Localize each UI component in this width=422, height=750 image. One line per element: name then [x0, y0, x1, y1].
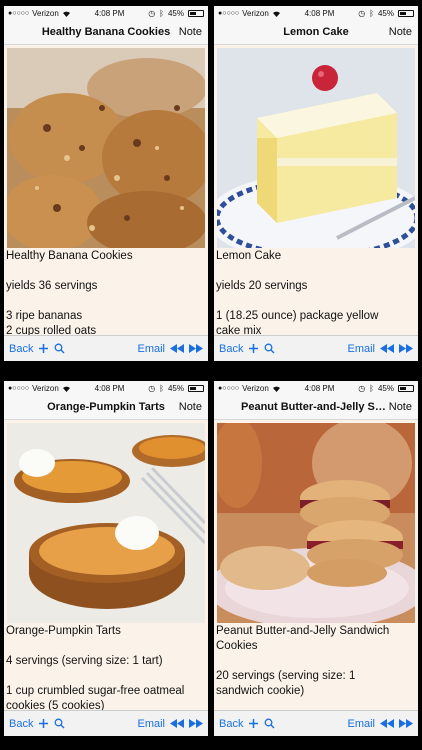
- battery-percent: 45%: [167, 383, 184, 393]
- signal-icon: ●○○○○: [8, 384, 30, 392]
- rewind-icon[interactable]: [380, 719, 394, 728]
- recipe-photo: [7, 423, 205, 623]
- battery-icon: [188, 384, 204, 392]
- recipe-screen: ●○○○○ Verizon 4:08 PM ◷ ᛒ 45% Lemon Cake…: [214, 6, 418, 361]
- bottom-toolbar: Back Email: [4, 335, 208, 361]
- wifi-icon: [272, 10, 281, 17]
- status-bar: ●○○○○ Verizon 4:08 PM ◷ ᛒ 45%: [4, 6, 208, 20]
- page-title: Healthy Banana Cookies: [41, 26, 171, 38]
- bottom-toolbar: Back Email: [214, 335, 418, 361]
- carrier-label: Verizon: [242, 383, 269, 393]
- battery-icon: [398, 384, 414, 392]
- recipe-text: Healthy Banana Cookies yields 36 serving…: [6, 250, 133, 337]
- note-button[interactable]: Note: [179, 26, 202, 38]
- wifi-icon: [62, 385, 71, 392]
- clock: 4:08 PM: [304, 8, 335, 18]
- plus-icon[interactable]: [38, 343, 49, 354]
- recipe-photo: [7, 48, 205, 248]
- alarm-icon: ◷: [148, 8, 156, 18]
- battery-percent: 45%: [167, 8, 184, 18]
- fast-forward-icon[interactable]: [399, 344, 413, 353]
- recipe-screen: ●○○○○ Verizon 4:08 PM ◷ ᛒ 45% Healthy Ba…: [4, 6, 208, 361]
- page-title: Orange-Pumpkin Tarts: [47, 401, 165, 413]
- note-button[interactable]: Note: [389, 401, 412, 413]
- clock: 4:08 PM: [94, 383, 125, 393]
- bluetooth-icon: ᛒ: [369, 8, 374, 18]
- carrier-label: Verizon: [32, 383, 59, 393]
- fast-forward-icon[interactable]: [189, 719, 203, 728]
- signal-icon: ●○○○○: [8, 9, 30, 17]
- alarm-icon: ◷: [148, 383, 156, 393]
- status-bar: ●○○○○ Verizon 4:08 PM ◷ ᛒ 45%: [214, 6, 418, 20]
- bluetooth-icon: ᛒ: [159, 8, 164, 18]
- battery-icon: [188, 9, 204, 17]
- alarm-icon: ◷: [358, 8, 366, 18]
- email-button[interactable]: Email: [137, 343, 165, 355]
- plus-icon[interactable]: [248, 343, 259, 354]
- fast-forward-icon[interactable]: [189, 344, 203, 353]
- recipe-text: Orange-Pumpkin Tarts 4 servings (serving…: [6, 625, 185, 712]
- nav-bar: Healthy Banana Cookies Note: [4, 20, 208, 45]
- signal-icon: ●○○○○: [218, 9, 240, 17]
- search-icon[interactable]: [54, 343, 65, 354]
- plus-icon[interactable]: [248, 718, 259, 729]
- rewind-icon[interactable]: [170, 719, 184, 728]
- rewind-icon[interactable]: [380, 344, 394, 353]
- recipe-screen: ●○○○○ Verizon 4:08 PM ◷ ᛒ 45% Orange-Pum…: [4, 381, 208, 736]
- page-title: Peanut Butter-and-Jelly Sand...: [241, 401, 391, 413]
- rewind-icon[interactable]: [170, 344, 184, 353]
- carrier-label: Verizon: [32, 8, 59, 18]
- nav-bar: Peanut Butter-and-Jelly Sand... Note: [214, 395, 418, 420]
- bottom-toolbar: Back Email: [214, 710, 418, 736]
- note-button[interactable]: Note: [179, 401, 202, 413]
- page-title: Lemon Cake: [283, 26, 349, 38]
- recipe-screen: ●○○○○ Verizon 4:08 PM ◷ ᛒ 45% Peanut But…: [214, 381, 418, 736]
- carrier-label: Verizon: [242, 8, 269, 18]
- back-button[interactable]: Back: [9, 343, 33, 355]
- wifi-icon: [272, 385, 281, 392]
- recipe-photo: [217, 423, 415, 623]
- nav-bar: Lemon Cake Note: [214, 20, 418, 45]
- clock: 4:08 PM: [94, 8, 125, 18]
- status-bar: ●○○○○ Verizon 4:08 PM ◷ ᛒ 45%: [214, 381, 418, 395]
- email-button[interactable]: Email: [137, 718, 165, 730]
- back-button[interactable]: Back: [9, 718, 33, 730]
- signal-icon: ●○○○○: [218, 384, 240, 392]
- search-icon[interactable]: [54, 718, 65, 729]
- search-icon[interactable]: [264, 343, 275, 354]
- battery-percent: 45%: [377, 8, 394, 18]
- bluetooth-icon: ᛒ: [159, 383, 164, 393]
- bluetooth-icon: ᛒ: [369, 383, 374, 393]
- alarm-icon: ◷: [358, 383, 366, 393]
- battery-percent: 45%: [377, 383, 394, 393]
- search-icon[interactable]: [264, 718, 275, 729]
- nav-bar: Orange-Pumpkin Tarts Note: [4, 395, 208, 420]
- back-button[interactable]: Back: [219, 343, 243, 355]
- email-button[interactable]: Email: [347, 343, 375, 355]
- email-button[interactable]: Email: [347, 718, 375, 730]
- recipe-photo: [217, 48, 415, 248]
- note-button[interactable]: Note: [389, 26, 412, 38]
- status-bar: ●○○○○ Verizon 4:08 PM ◷ ᛒ 45%: [4, 381, 208, 395]
- recipe-text: Lemon Cake yields 20 servings 1 (18.25 o…: [216, 250, 379, 337]
- fast-forward-icon[interactable]: [399, 719, 413, 728]
- clock: 4:08 PM: [304, 383, 335, 393]
- recipe-text: Peanut Butter-and-Jelly Sandwich Cookies…: [216, 625, 390, 697]
- plus-icon[interactable]: [38, 718, 49, 729]
- wifi-icon: [62, 10, 71, 17]
- battery-icon: [398, 9, 414, 17]
- back-button[interactable]: Back: [219, 718, 243, 730]
- bottom-toolbar: Back Email: [4, 710, 208, 736]
